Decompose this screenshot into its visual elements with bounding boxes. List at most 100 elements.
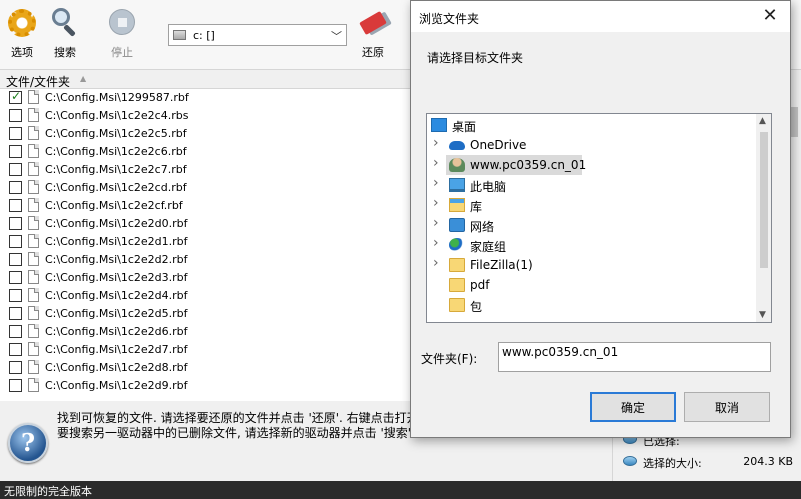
- file-checkbox[interactable]: [9, 163, 22, 176]
- file-checkbox[interactable]: [9, 181, 22, 194]
- drive-select[interactable]: c: [] ﹀: [168, 24, 347, 46]
- folder-icon: [449, 278, 465, 292]
- folder-tree-scrollbar[interactable]: ▲ ▼: [756, 114, 771, 322]
- file-checkbox[interactable]: [9, 109, 22, 122]
- search-button[interactable]: 搜索: [43, 8, 87, 60]
- file-name: C:\Config.Msi\1c2e2d1.rbf: [45, 235, 188, 248]
- file-checkbox[interactable]: [9, 199, 22, 212]
- file-icon: [28, 378, 39, 392]
- file-icon: [28, 144, 39, 158]
- disk-icon: [623, 456, 637, 466]
- file-icon: [28, 252, 39, 266]
- help-icon[interactable]: ?: [8, 423, 48, 463]
- status-bar: 无限制的完全版本: [0, 481, 801, 499]
- desktop-icon: [431, 118, 447, 132]
- tree-item[interactable]: › FileZilla(1): [427, 255, 757, 275]
- tree-item-label: 包: [470, 300, 483, 314]
- ok-button[interactable]: 确定: [590, 392, 676, 422]
- cancel-button[interactable]: 取消: [684, 392, 770, 422]
- file-name: C:\Config.Msi\1c2e2d8.rbf: [45, 361, 188, 374]
- scroll-down-icon[interactable]: ▼: [759, 310, 766, 320]
- scrollbar-thumb[interactable]: [760, 132, 768, 268]
- expand-chevron-icon[interactable]: ›: [433, 195, 439, 211]
- file-checkbox[interactable]: [9, 217, 22, 230]
- tree-item-label: 库: [470, 200, 483, 214]
- file-checkbox[interactable]: [9, 89, 22, 104]
- file-checkbox[interactable]: [9, 343, 22, 356]
- file-icon: [28, 342, 39, 356]
- folder-tree[interactable]: 桌面 › OneDrive › www.pc0359.cn_01 › 此电脑 › 库 › 网络 › 家庭…: [426, 113, 772, 323]
- computer-icon: [449, 178, 465, 192]
- file-name: C:\Config.Msi\1c2e2c6.rbf: [45, 145, 187, 158]
- eraser-icon: [358, 8, 388, 38]
- tree-item-label: www.pc0359.cn_01: [470, 158, 587, 172]
- file-checkbox[interactable]: [9, 307, 22, 320]
- expand-chevron-icon[interactable]: ›: [433, 155, 439, 171]
- file-checkbox[interactable]: [9, 235, 22, 248]
- file-checkbox[interactable]: [9, 127, 22, 140]
- user-icon: [449, 158, 465, 172]
- network-icon: [449, 218, 465, 232]
- chevron-down-icon[interactable]: ﹀: [331, 28, 342, 44]
- help-text-line-2: 要搜索另一驱动器中的已删除文件, 请选择新的驱动器并点击 '搜索': [57, 426, 412, 440]
- tree-item[interactable]: pdf: [427, 275, 757, 295]
- library-icon: [449, 198, 465, 212]
- homegroup-icon: [449, 238, 465, 252]
- search-icon: [50, 8, 80, 38]
- file-name: C:\Config.Msi\1c2e2d9.rbf: [45, 379, 188, 392]
- stop-button[interactable]: 停止: [100, 8, 144, 60]
- selected-size-value: 204.3 KB: [743, 455, 793, 468]
- restore-button[interactable]: 还原: [351, 8, 395, 60]
- file-name: C:\Config.Msi\1c2e2d7.rbf: [45, 343, 188, 356]
- tree-item[interactable]: 桌面: [427, 115, 757, 135]
- expand-chevron-icon[interactable]: ›: [433, 135, 439, 151]
- browse-folder-dialog: 浏览文件夹 ✕ 请选择目标文件夹 桌面 › OneDrive › www.pc0359.…: [410, 0, 791, 438]
- file-name: C:\Config.Msi\1c2e2d4.rbf: [45, 289, 188, 302]
- file-name: C:\Config.Msi\1c2e2d5.rbf: [45, 307, 188, 320]
- tree-item[interactable]: 包: [427, 295, 757, 315]
- column-header-file-folder[interactable]: 文件/文件夹: [6, 73, 70, 90]
- folder-icon: [449, 298, 465, 312]
- options-button[interactable]: 选项: [0, 8, 44, 60]
- dialog-titlebar[interactable]: 浏览文件夹 ✕: [411, 1, 790, 32]
- file-checkbox[interactable]: [9, 325, 22, 338]
- tree-item[interactable]: › 网络: [427, 215, 757, 235]
- file-name: C:\Config.Msi\1c2e2cd.rbf: [45, 181, 187, 194]
- file-icon: [28, 306, 39, 320]
- expand-chevron-icon[interactable]: ›: [433, 175, 439, 191]
- tree-item-label: FileZilla(1): [470, 258, 533, 272]
- tree-item[interactable]: › OneDrive: [427, 135, 757, 155]
- stop-icon: [107, 8, 137, 38]
- tree-item[interactable]: › 库: [427, 195, 757, 215]
- file-icon: [28, 270, 39, 284]
- tree-item-label: 网络: [470, 220, 495, 234]
- file-icon: [28, 360, 39, 374]
- file-checkbox[interactable]: [9, 379, 22, 392]
- dialog-title: 浏览文件夹: [419, 12, 480, 26]
- expand-chevron-icon[interactable]: ›: [433, 235, 439, 251]
- tree-item[interactable]: › 此电脑: [427, 175, 757, 195]
- expand-chevron-icon[interactable]: ›: [433, 255, 439, 271]
- close-icon[interactable]: ✕: [758, 5, 782, 27]
- file-icon: [28, 324, 39, 338]
- file-checkbox[interactable]: [9, 271, 22, 284]
- tree-item-label: 桌面: [452, 120, 477, 134]
- tree-item-label: 家庭组: [470, 240, 507, 254]
- file-checkbox[interactable]: [9, 145, 22, 158]
- folder-input[interactable]: [498, 342, 771, 372]
- file-name: C:\Config.Msi\1c2e2d3.rbf: [45, 271, 188, 284]
- file-name: C:\Config.Msi\1c2e2c7.rbf: [45, 163, 187, 176]
- scroll-up-icon[interactable]: ▲: [759, 116, 766, 126]
- file-checkbox[interactable]: [9, 253, 22, 266]
- file-name: C:\Config.Msi\1c2e2d2.rbf: [45, 253, 188, 266]
- file-icon: [28, 198, 39, 212]
- expand-chevron-icon[interactable]: ›: [433, 215, 439, 231]
- tree-item[interactable]: › 家庭组: [427, 235, 757, 255]
- file-checkbox[interactable]: [9, 361, 22, 374]
- file-icon: [28, 216, 39, 230]
- file-name: C:\Config.Msi\1299587.rbf: [45, 91, 189, 104]
- file-checkbox[interactable]: [9, 289, 22, 302]
- options-label: 选项: [11, 46, 33, 59]
- file-name: C:\Config.Msi\1c2e2c5.rbf: [45, 127, 187, 140]
- tree-item[interactable]: › www.pc0359.cn_01: [427, 155, 757, 175]
